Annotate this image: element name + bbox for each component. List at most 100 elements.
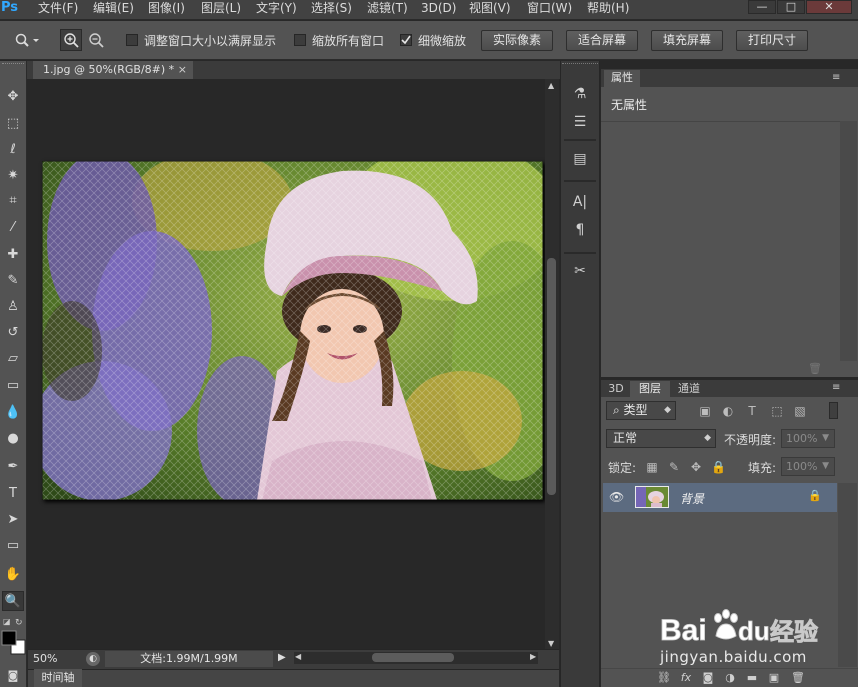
layer-name[interactable]: 背景 [680,490,704,507]
lock-all-icon[interactable]: 🔒 [711,460,726,474]
resize-windows-checkbox[interactable] [126,34,138,46]
menu-select[interactable]: 选择(S) [311,0,352,18]
zoom-in-mode-button[interactable] [60,29,82,51]
document-tab[interactable]: 1.jpg @ 50%(RGB/8#) * × [33,61,193,79]
fill-input[interactable]: 100% ▼ [781,457,835,476]
menu-view[interactable]: 视图(V) [469,0,511,18]
layer-filter-kind-select[interactable]: ⌕ 类型 ◆ [606,401,676,420]
scroll-right-icon[interactable]: ▶ [530,652,536,661]
tab-layers[interactable]: 图层 [630,381,670,397]
toolbar-grip[interactable] [2,63,24,68]
vertical-scroll-thumb[interactable] [547,258,556,495]
hand-tool-icon[interactable]: ✋ [2,565,24,585]
zoom-tool-preset-icon[interactable] [14,32,40,48]
link-layers-icon[interactable]: ⛓ [656,670,672,686]
history-brush-tool-icon[interactable]: ↺ [2,323,24,343]
properties-scrollbar[interactable] [840,121,857,361]
menu-layer[interactable]: 图层(L) [201,0,241,18]
status-menu-arrow-icon[interactable]: ▶ [278,652,286,663]
quick-mask-icon[interactable]: ◙ [2,666,24,686]
color-swatches[interactable]: ◪ ↻ [1,616,27,662]
properties-tab[interactable]: 属性 [604,70,640,87]
scroll-left-icon[interactable]: ◀ [295,652,301,661]
tab-3d[interactable]: 3D [604,381,628,397]
clone-stamp-tool-icon[interactable]: ♙ [2,297,24,317]
filter-pixel-icon[interactable]: ▣ [698,404,712,418]
channels-panel-icon[interactable]: ▤ [568,148,592,170]
new-group-icon[interactable]: ▬ [744,670,760,686]
eraser-tool-icon[interactable]: ▱ [2,349,24,369]
menu-edit[interactable]: 编辑(E) [93,0,134,18]
lock-position-icon[interactable]: ✥ [689,460,703,474]
menu-file[interactable]: 文件(F) [38,0,78,18]
zoom-out-icon[interactable] [86,30,106,50]
document-size-info[interactable]: 文档:1.99M/1.99M [105,651,273,667]
restore-button[interactable]: □ [777,0,805,14]
horizontal-scroll-thumb[interactable] [372,653,454,662]
layer-style-fx-icon[interactable]: fx [678,670,694,686]
marquee-tool-icon[interactable]: ⬚ [2,114,24,134]
menu-image[interactable]: 图像(I) [148,0,185,18]
timeline-tab[interactable]: 时间轴 [34,669,82,687]
fit-screen-button[interactable]: 适合屏幕 [566,30,638,51]
blend-mode-select[interactable]: 正常 ◆ [606,429,716,448]
filter-adjustment-icon[interactable]: ◐ [721,404,735,418]
adjustments-panel-icon[interactable]: ☰ [568,111,592,133]
filter-type-icon[interactable]: T [745,404,759,418]
move-tool-icon[interactable]: ✥ [2,87,24,107]
scrubby-zoom-checkbox[interactable] [400,34,412,46]
brush-tool-icon[interactable]: ✎ [2,271,24,291]
lock-pixels-icon[interactable]: ✎ [667,460,681,474]
zoom-tool-icon[interactable]: 🔍 [2,591,24,611]
magic-wand-tool-icon[interactable]: ✷ [2,166,24,186]
lasso-tool-icon[interactable]: ℓ [2,140,24,160]
print-size-button[interactable]: 打印尺寸 [736,30,808,51]
paragraph-panel-icon[interactable]: ¶ [568,219,592,241]
properties-trash-icon[interactable]: 🗑 [808,362,824,376]
layer-thumbnail[interactable] [635,486,669,508]
tool-presets-panel-icon[interactable]: ✂ [568,260,592,282]
close-button[interactable]: ✕ [806,0,852,14]
new-layer-icon[interactable]: ▣ [766,670,782,686]
scroll-up-icon[interactable]: ▲ [548,81,554,90]
filter-smart-object-icon[interactable]: ▧ [793,404,807,418]
opacity-input[interactable]: 100% ▼ [781,429,835,448]
layer-visibility-eye-icon[interactable]: 👁 [609,490,625,504]
blur-tool-icon[interactable]: 💧 [2,403,24,423]
type-tool-icon[interactable]: T [2,484,24,504]
menu-filter[interactable]: 滤镜(T) [367,0,408,18]
gradient-tool-icon[interactable]: ▭ [2,376,24,396]
character-panel-icon[interactable]: A| [568,191,592,213]
healing-brush-tool-icon[interactable]: ✚ [2,245,24,265]
menu-help[interactable]: 帮助(H) [587,0,629,18]
history-panel-icon[interactable]: ⚗ [568,83,592,105]
close-document-icon[interactable]: × [178,61,187,78]
delete-layer-icon[interactable]: 🗑 [790,670,806,686]
menu-3d[interactable]: 3D(D) [421,0,456,18]
eyedropper-tool-icon[interactable]: ⁄ [2,218,24,238]
document-image[interactable] [42,161,543,500]
path-selection-tool-icon[interactable]: ➤ [2,510,24,530]
menu-window[interactable]: 窗口(W) [527,0,572,18]
minimize-button[interactable]: — [748,0,776,14]
tab-channels[interactable]: 通道 [672,381,706,397]
filter-shape-icon[interactable]: ⬚ [770,404,784,418]
menu-type[interactable]: 文字(Y) [256,0,297,18]
crop-tool-icon[interactable]: ⌗ [2,191,24,211]
lock-transparent-icon[interactable]: ▦ [645,460,659,474]
strip-grip[interactable] [562,63,598,66]
add-mask-icon[interactable]: ◙ [700,670,716,686]
zoom-all-windows-checkbox[interactable] [294,34,306,46]
rectangle-tool-icon[interactable]: ▭ [2,536,24,556]
filter-toggle-switch[interactable] [829,402,838,419]
scroll-down-icon[interactable]: ▼ [548,639,554,648]
zoom-level-field[interactable]: 50% [33,651,78,667]
pen-tool-icon[interactable]: ✒ [2,457,24,477]
actual-pixels-button[interactable]: 实际像素 [481,30,553,51]
share-icon[interactable]: ◐ [86,652,100,666]
fill-screen-button[interactable]: 填充屏幕 [651,30,723,51]
layers-scrollbar[interactable] [838,483,857,667]
new-adjustment-layer-icon[interactable]: ◑ [722,670,738,686]
layers-panel-menu-icon[interactable]: ≡ [832,382,840,393]
properties-panel-menu-icon[interactable]: ≡ [832,72,840,83]
